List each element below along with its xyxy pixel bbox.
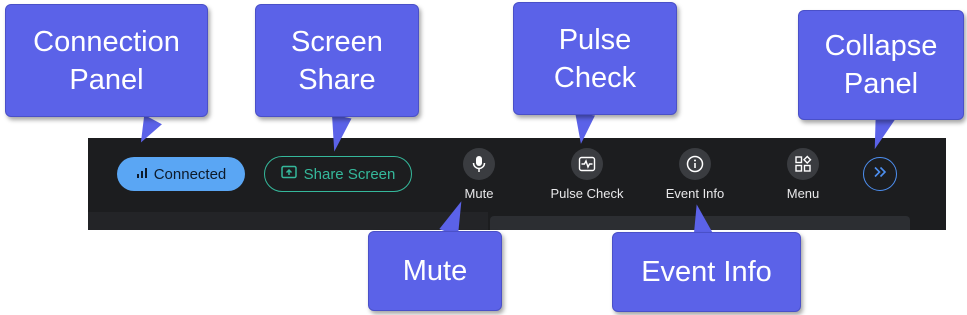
connected-label: Connected	[153, 165, 227, 183]
info-icon	[679, 148, 711, 180]
mute-label: Mute	[464, 186, 494, 201]
callout-mute: Mute	[368, 231, 502, 311]
event-info-label: Event Info	[665, 186, 725, 201]
collapse-panel-button[interactable]	[863, 157, 897, 191]
callout-connection-panel: Connection Panel	[5, 4, 208, 117]
pulse-check-label: Pulse Check	[550, 186, 624, 201]
share-screen-label: Share Screen	[303, 165, 396, 183]
meeting-toolbar: Connected Share Screen Mute Pulse Check …	[88, 138, 946, 230]
microphone-icon	[463, 148, 495, 180]
double-chevron-right-icon	[873, 165, 887, 183]
share-screen-button[interactable]: Share Screen	[264, 156, 412, 192]
mute-button[interactable]: Mute	[462, 148, 496, 201]
signal-bars-icon	[136, 166, 148, 183]
menu-button[interactable]: Menu	[783, 148, 823, 201]
callout-pulse-check: Pulse Check	[513, 2, 677, 115]
callout-pointer	[571, 112, 595, 146]
pulse-check-icon	[571, 148, 603, 180]
pulse-check-button[interactable]: Pulse Check	[543, 148, 631, 201]
callout-collapse-panel: Collapse Panel	[798, 10, 964, 120]
share-screen-icon	[280, 165, 297, 183]
toolbar-lower-strip	[88, 212, 488, 230]
event-info-button[interactable]: Event Info	[660, 148, 730, 201]
callout-screen-share: Screen Share	[255, 4, 419, 117]
menu-label: Menu	[786, 186, 820, 201]
apps-menu-icon	[787, 148, 819, 180]
connected-button[interactable]: Connected	[117, 157, 245, 191]
callout-event-info: Event Info	[612, 232, 801, 312]
